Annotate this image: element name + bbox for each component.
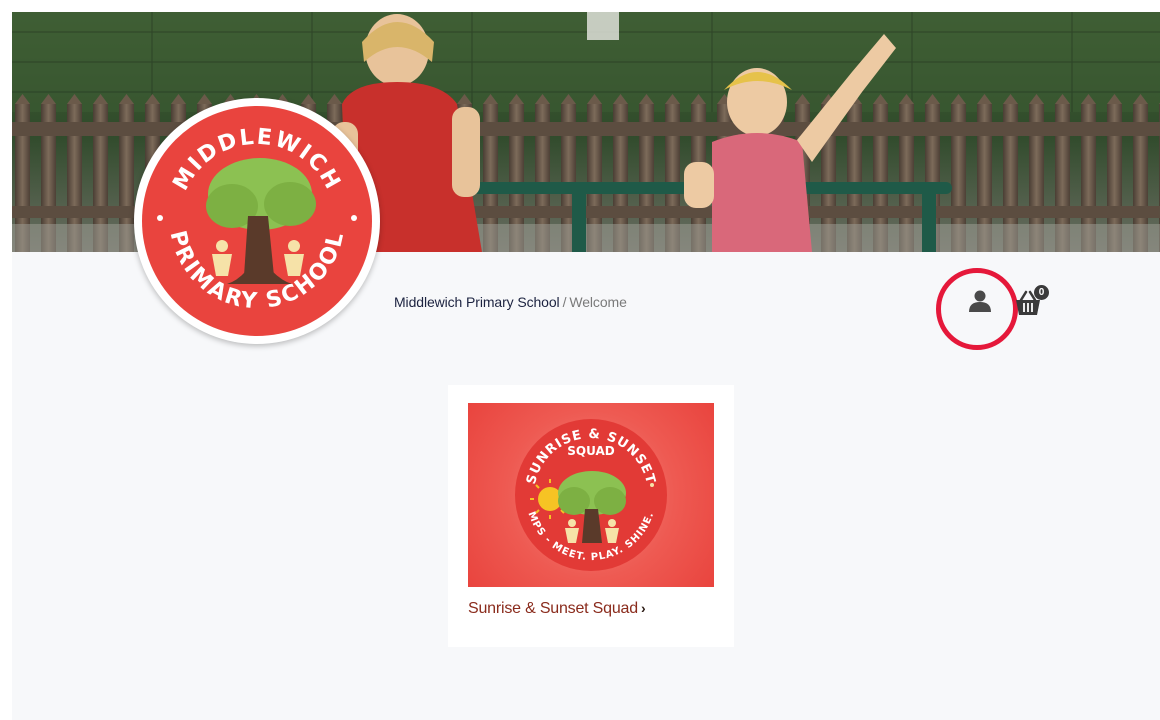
product-card[interactable]: SUNRISE & SUNSET SQUAD MPS - MEET. PLAY.… <box>448 385 734 647</box>
breadcrumb-separator: / <box>562 294 567 310</box>
breadcrumb: Middlewich Primary School / Welcome <box>394 294 627 310</box>
sunrise-sunset-squad-logo-icon: SUNRISE & SUNSET SQUAD MPS - MEET. PLAY.… <box>515 419 667 571</box>
svg-text:SQUAD: SQUAD <box>567 444 615 458</box>
basket-button[interactable]: 0 <box>1014 284 1050 318</box>
product-title-link[interactable]: Sunrise & Sunset Squad › <box>468 600 646 618</box>
user-icon <box>969 290 991 312</box>
product-image[interactable]: SUNRISE & SUNSET SQUAD MPS - MEET. PLAY.… <box>468 403 714 587</box>
chevron-right-icon: › <box>640 600 646 616</box>
school-logo[interactable]: MIDDLEWICH PRIMARY SCHOOL <box>134 98 380 344</box>
breadcrumb-current: Welcome <box>569 294 627 310</box>
account-button[interactable] <box>958 282 1002 320</box>
breadcrumb-school-link[interactable]: Middlewich Primary School <box>394 294 560 310</box>
page-frame: MIDDLEWICH PRIMARY SCHOOL Middlewich Pri… <box>12 12 1160 720</box>
product-title: Sunrise & Sunset Squad <box>468 600 638 617</box>
basket-count-badge: 0 <box>1034 285 1049 300</box>
school-logo-tree-icon: MIDDLEWICH PRIMARY SCHOOL <box>142 106 372 336</box>
